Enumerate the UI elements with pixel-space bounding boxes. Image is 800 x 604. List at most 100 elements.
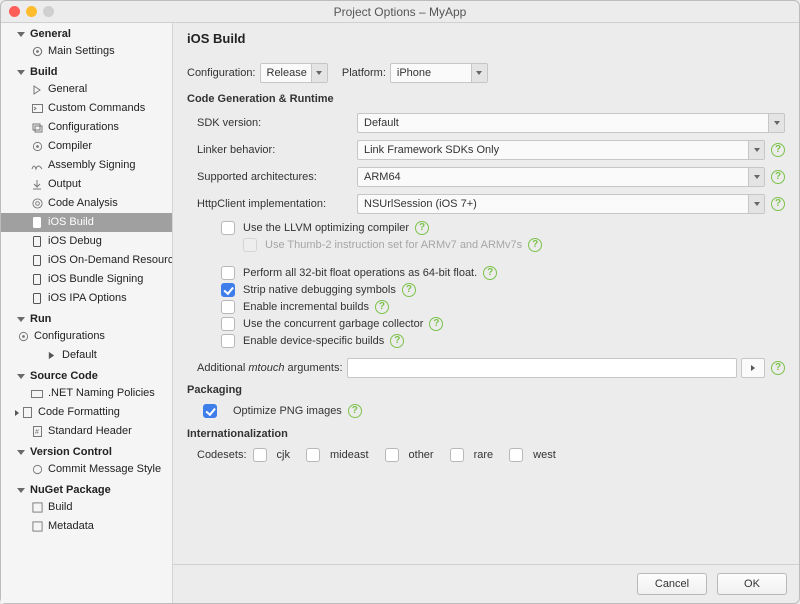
sdk-version-label: SDK version: bbox=[187, 117, 357, 129]
concurrent-gc-checkbox[interactable] bbox=[221, 317, 235, 331]
gear-icon bbox=[31, 46, 43, 58]
chevron-down-icon[interactable] bbox=[311, 64, 327, 82]
codeset-cjk-checkbox[interactable] bbox=[253, 448, 267, 462]
llvm-checkbox[interactable] bbox=[221, 221, 235, 235]
codeset-rare-label: rare bbox=[474, 449, 494, 461]
codeset-west-checkbox[interactable] bbox=[509, 448, 523, 462]
help-icon[interactable]: ? bbox=[375, 300, 389, 314]
document-hash-icon: # bbox=[31, 426, 43, 438]
httpclient-label: HttpClient implementation: bbox=[187, 198, 357, 210]
supported-architectures-label: Supported architectures: bbox=[187, 171, 357, 183]
codeset-other-checkbox[interactable] bbox=[385, 448, 399, 462]
mtouch-run-button[interactable] bbox=[741, 358, 765, 378]
strip-checkbox[interactable] bbox=[221, 283, 235, 297]
incremental-checkbox[interactable] bbox=[221, 300, 235, 314]
layers-icon bbox=[31, 122, 43, 134]
sidebar-item-general[interactable]: General bbox=[1, 80, 172, 99]
terminal-icon bbox=[31, 103, 43, 115]
codeset-mideast-checkbox[interactable] bbox=[306, 448, 320, 462]
mtouch-arguments-input[interactable] bbox=[347, 358, 737, 378]
sidebar-item-naming-policies[interactable]: .NET Naming Policies bbox=[1, 384, 172, 403]
sidebar-item-configurations[interactable]: Configurations bbox=[1, 118, 172, 137]
chevron-down-icon[interactable] bbox=[748, 168, 764, 186]
sidebar-section-source-code[interactable]: Source Code bbox=[1, 365, 172, 384]
sidebar-section-build[interactable]: Build bbox=[1, 61, 172, 80]
incremental-label: Enable incremental builds bbox=[243, 301, 369, 313]
help-icon[interactable]: ? bbox=[402, 283, 416, 297]
signature-icon bbox=[31, 160, 43, 172]
codesets-label: Codesets: bbox=[197, 449, 247, 461]
gear-icon bbox=[31, 141, 43, 153]
sidebar-item-standard-header[interactable]: #Standard Header bbox=[1, 422, 172, 441]
platform-dropdown[interactable]: iPhone bbox=[390, 63, 488, 83]
help-icon[interactable]: ? bbox=[390, 334, 404, 348]
disclosure-icon bbox=[17, 70, 25, 75]
sidebar-item-compiler[interactable]: Compiler bbox=[1, 137, 172, 156]
disclosure-icon bbox=[17, 488, 25, 493]
mtouch-label: Additional mtouch arguments: bbox=[197, 362, 343, 374]
llvm-label: Use the LLVM optimizing compiler bbox=[243, 222, 409, 234]
configuration-label: Configuration: bbox=[187, 67, 256, 79]
chevron-down-icon[interactable] bbox=[748, 195, 764, 213]
sidebar-item-output[interactable]: Output bbox=[1, 175, 172, 194]
help-icon[interactable]: ? bbox=[771, 197, 785, 211]
thumb-checkbox bbox=[243, 238, 257, 252]
codeset-rare-checkbox[interactable] bbox=[450, 448, 464, 462]
sdk-version-dropdown[interactable]: Default bbox=[357, 113, 785, 133]
device-specific-checkbox[interactable] bbox=[221, 334, 235, 348]
help-icon[interactable]: ? bbox=[348, 404, 362, 418]
chevron-down-icon[interactable] bbox=[768, 114, 784, 132]
optimize-png-checkbox[interactable] bbox=[203, 404, 217, 418]
sidebar-item-code-analysis[interactable]: Code Analysis bbox=[1, 194, 172, 213]
help-icon[interactable]: ? bbox=[771, 361, 785, 375]
sidebar-item-ios-debug[interactable]: iOS Debug bbox=[1, 232, 172, 251]
help-icon[interactable]: ? bbox=[528, 238, 542, 252]
sidebar-section-run[interactable]: Run bbox=[1, 308, 172, 327]
sidebar-item-ios-ipa[interactable]: iOS IPA Options bbox=[1, 289, 172, 308]
sidebar-section-general[interactable]: General bbox=[1, 23, 172, 42]
sidebar-item-commit-style[interactable]: Commit Message Style bbox=[1, 460, 172, 479]
sidebar-item-main-settings[interactable]: Main Settings bbox=[1, 42, 172, 61]
phone-icon bbox=[31, 293, 43, 305]
sidebar-item-custom-commands[interactable]: Custom Commands bbox=[1, 99, 172, 118]
chevron-down-icon[interactable] bbox=[748, 141, 764, 159]
sidebar-item-default-config[interactable]: Default bbox=[1, 346, 172, 365]
window-title: Project Options – MyApp bbox=[1, 5, 799, 19]
platform-label: Platform: bbox=[342, 67, 386, 79]
packaging-heading: Packaging bbox=[187, 384, 785, 396]
chevron-down-icon[interactable] bbox=[471, 64, 487, 82]
sidebar-item-assembly-signing[interactable]: Assembly Signing bbox=[1, 156, 172, 175]
sidebar-item-code-formatting[interactable]: Code Formatting bbox=[1, 403, 172, 422]
help-icon[interactable]: ? bbox=[771, 170, 785, 184]
sidebar-item-run-configurations[interactable]: Configurations bbox=[1, 327, 172, 346]
help-icon[interactable]: ? bbox=[415, 221, 429, 235]
titlebar: Project Options – MyApp bbox=[1, 1, 799, 23]
close-window-button[interactable] bbox=[9, 6, 20, 17]
help-icon[interactable]: ? bbox=[483, 266, 497, 280]
help-icon[interactable]: ? bbox=[429, 317, 443, 331]
sidebar-item-ios-build[interactable]: iOS Build bbox=[1, 213, 172, 232]
sidebar-item-ios-bundle-signing[interactable]: iOS Bundle Signing bbox=[1, 270, 172, 289]
disclosure-icon bbox=[17, 32, 25, 37]
float-checkbox[interactable] bbox=[221, 266, 235, 280]
strip-label: Strip native debugging symbols bbox=[243, 284, 396, 296]
page-title: iOS Build bbox=[173, 23, 799, 53]
zoom-window-button bbox=[43, 6, 54, 17]
sidebar-section-version-control[interactable]: Version Control bbox=[1, 441, 172, 460]
minimize-window-button[interactable] bbox=[26, 6, 37, 17]
sidebar-item-nuget-build[interactable]: Build bbox=[1, 498, 172, 517]
ok-button[interactable]: OK bbox=[717, 573, 787, 595]
expand-icon bbox=[15, 410, 19, 416]
supported-architectures-dropdown[interactable]: ARM64 bbox=[357, 167, 765, 187]
disclosure-icon bbox=[17, 374, 25, 379]
codeset-west-label: west bbox=[533, 449, 556, 461]
sidebar-item-ios-ondemand[interactable]: iOS On-Demand Resources bbox=[1, 251, 172, 270]
sidebar-section-nuget[interactable]: NuGet Package bbox=[1, 479, 172, 498]
configuration-dropdown[interactable]: Release bbox=[260, 63, 328, 83]
internationalization-heading: Internationalization bbox=[187, 428, 785, 440]
cancel-button[interactable]: Cancel bbox=[637, 573, 707, 595]
help-icon[interactable]: ? bbox=[771, 143, 785, 157]
linker-behavior-dropdown[interactable]: Link Framework SDKs Only bbox=[357, 140, 765, 160]
httpclient-dropdown[interactable]: NSUrlSession (iOS 7+) bbox=[357, 194, 765, 214]
sidebar-item-nuget-metadata[interactable]: Metadata bbox=[1, 517, 172, 536]
